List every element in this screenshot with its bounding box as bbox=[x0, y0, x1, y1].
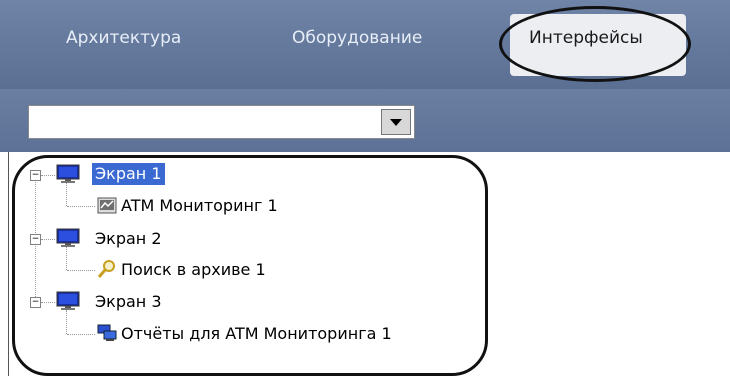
monitor-icon bbox=[56, 291, 80, 310]
tree-connector bbox=[66, 246, 67, 270]
tree-item-atm-reports[interactable]: Отчёты для ATM Мониторинга 1 bbox=[121, 324, 392, 343]
combo-dropdown-button[interactable] bbox=[381, 109, 411, 135]
tree-connector bbox=[66, 310, 67, 334]
tree-connector bbox=[41, 175, 55, 176]
tree-connector bbox=[67, 270, 95, 271]
tree-connector bbox=[41, 302, 55, 303]
reports-icon bbox=[97, 324, 117, 341]
tab-equipment[interactable]: Оборудование bbox=[292, 28, 422, 68]
collapse-toggle[interactable]: − bbox=[30, 170, 41, 181]
tree-connector bbox=[66, 182, 67, 206]
atm-monitoring-icon bbox=[97, 197, 117, 214]
tab-architecture[interactable]: Архитектура bbox=[66, 28, 181, 68]
tree-connector bbox=[67, 334, 95, 335]
tree-item-archive-search[interactable]: Поиск в архиве 1 bbox=[121, 260, 266, 279]
tree-item-atm-monitoring[interactable]: ATM Мониторинг 1 bbox=[121, 196, 278, 215]
monitor-icon bbox=[56, 164, 80, 183]
tree-item-screen-3[interactable]: Экран 3 bbox=[95, 292, 162, 311]
collapse-toggle[interactable]: − bbox=[30, 234, 41, 245]
screen-select-combo[interactable] bbox=[28, 105, 415, 139]
tree-connector bbox=[41, 239, 55, 240]
tab-interfaces[interactable]: Интерфейсы bbox=[529, 28, 643, 48]
archive-search-icon bbox=[97, 260, 115, 278]
tree-connector bbox=[67, 206, 95, 207]
tree-item-screen-1[interactable]: Экран 1 bbox=[92, 163, 165, 185]
monitor-icon bbox=[56, 228, 80, 247]
tree-item-screen-2[interactable]: Экран 2 bbox=[95, 229, 162, 248]
collapse-toggle[interactable]: − bbox=[30, 297, 41, 308]
tree-left-border bbox=[8, 152, 9, 376]
chevron-down-icon bbox=[390, 118, 402, 126]
